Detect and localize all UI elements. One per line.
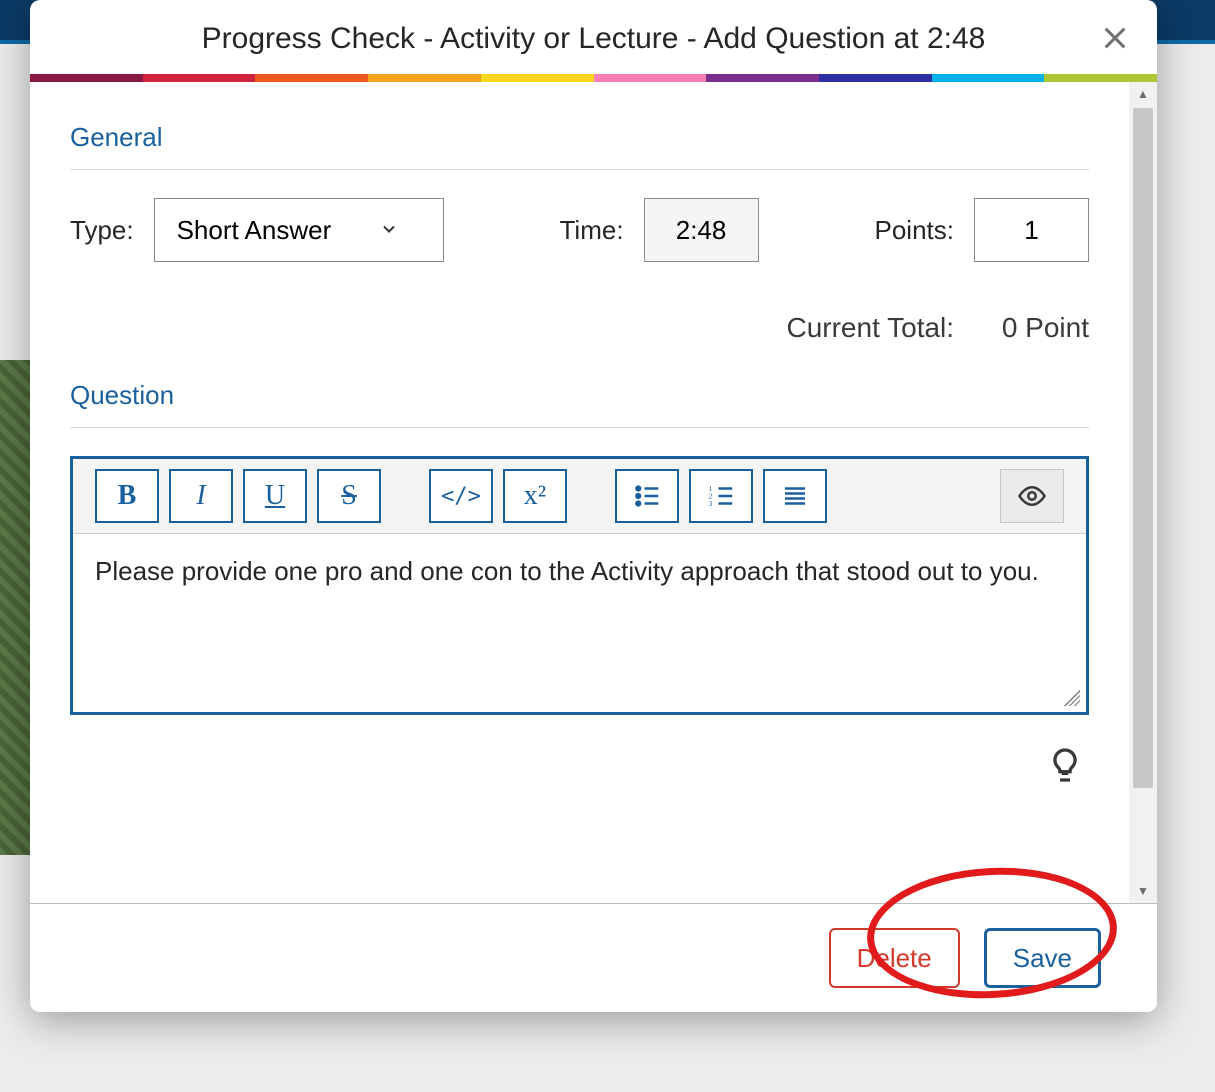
modal-footer: Delete Save (30, 903, 1157, 1012)
type-label: Type: (70, 215, 134, 246)
bullet-list-icon (632, 481, 662, 511)
type-select[interactable]: Short Answer (154, 198, 444, 262)
question-editor: B I U S </> x² 123 (70, 456, 1089, 715)
close-icon (1101, 24, 1129, 52)
superscript-button[interactable]: x² (503, 469, 567, 523)
save-button[interactable]: Save (984, 928, 1101, 988)
modal-header: Progress Check - Activity or Lecture - A… (30, 0, 1157, 74)
svg-text:3: 3 (709, 499, 713, 508)
chevron-down-icon (379, 215, 399, 246)
delete-button[interactable]: Delete (829, 928, 960, 988)
scrollbar-thumb[interactable] (1133, 108, 1153, 788)
modal-title: Progress Check - Activity or Lecture - A… (60, 22, 1127, 56)
scrollbar-track[interactable] (1129, 106, 1157, 879)
section-label-question: Question (70, 380, 1089, 428)
list-icon (780, 481, 810, 511)
scrollbar[interactable]: ▲ ▼ (1129, 82, 1157, 903)
bullet-list-button[interactable] (615, 469, 679, 523)
close-button[interactable] (1095, 18, 1135, 58)
numbered-list-icon: 123 (706, 481, 736, 511)
rainbow-divider (30, 74, 1157, 82)
modal-body: General Type: Short Answer Time: (30, 82, 1157, 903)
lightbulb-icon[interactable] (1045, 745, 1085, 785)
add-question-modal: Progress Check - Activity or Lecture - A… (30, 0, 1157, 1012)
preview-button[interactable] (1000, 469, 1064, 523)
strikethrough-button[interactable]: S (317, 469, 381, 523)
code-button[interactable]: </> (429, 469, 493, 523)
current-total-row: Current Total: 0 Point (70, 312, 1089, 344)
type-group: Type: Short Answer (70, 198, 444, 262)
resize-handle-icon[interactable] (1064, 690, 1080, 706)
type-select-value: Short Answer (177, 215, 332, 246)
editor-toolbar: B I U S </> x² 123 (73, 459, 1086, 534)
current-total-value: 0 Point (1002, 312, 1089, 343)
numbered-list-button[interactable]: 123 (689, 469, 753, 523)
general-row: Type: Short Answer Time: Points: (70, 198, 1089, 262)
question-textarea[interactable]: Please provide one pro and one con to th… (73, 534, 1086, 712)
section-label-general: General (70, 122, 1089, 170)
current-total-label: Current Total: (786, 312, 954, 343)
hint-row (70, 715, 1089, 795)
underline-button[interactable]: U (243, 469, 307, 523)
italic-button[interactable]: I (169, 469, 233, 523)
time-field (644, 198, 759, 262)
modal-scroll-content: General Type: Short Answer Time: (30, 82, 1129, 903)
points-field[interactable] (974, 198, 1089, 262)
scroll-up-icon[interactable]: ▲ (1129, 82, 1157, 106)
list-button[interactable] (763, 469, 827, 523)
points-group: Points: (874, 198, 1089, 262)
time-label: Time: (560, 215, 624, 246)
scroll-down-icon[interactable]: ▼ (1129, 879, 1157, 903)
bold-button[interactable]: B (95, 469, 159, 523)
time-group: Time: (560, 198, 759, 262)
eye-icon (1017, 481, 1047, 511)
points-label: Points: (874, 215, 954, 246)
